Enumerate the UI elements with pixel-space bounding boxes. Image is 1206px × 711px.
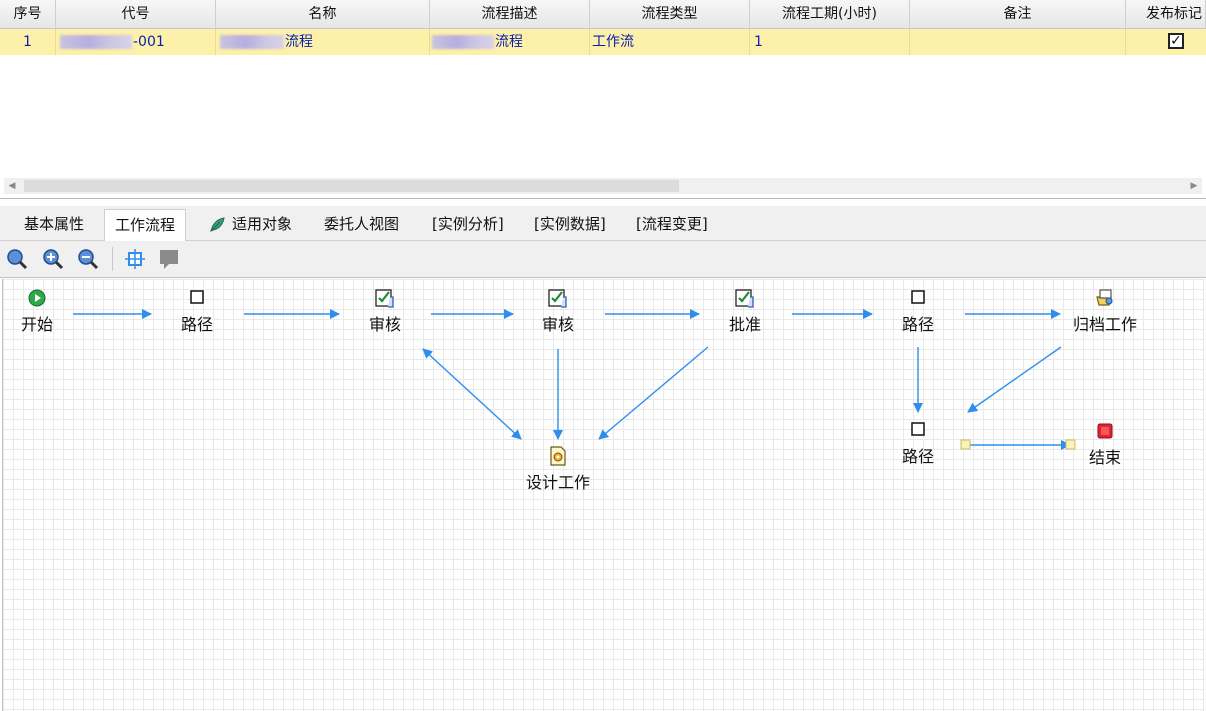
tab-applicable-objects-label: 适用对象 (232, 215, 293, 233)
zoom-fit-icon[interactable] (6, 248, 28, 270)
col-header-index[interactable]: 序号 (0, 0, 56, 28)
node-review2[interactable]: 审核 (530, 287, 586, 335)
scroll-left-icon[interactable]: ◀ (4, 178, 20, 194)
cell-note (910, 29, 1126, 55)
tab-instance-analysis[interactable]: [实例分析] (422, 209, 514, 240)
node-archive-label: 归档工作 (1072, 315, 1137, 334)
node-route3[interactable]: 路径 (892, 421, 944, 467)
edge-approve-design[interactable] (598, 346, 709, 440)
toolbar-divider (112, 247, 113, 271)
cell-name-text: 流程 (285, 34, 313, 50)
node-design[interactable]: 设计工作 (517, 445, 599, 493)
node-review2-label: 审核 (541, 315, 574, 334)
tab-basic-properties[interactable]: 基本属性 (14, 209, 94, 240)
redacted-block (432, 35, 494, 49)
col-header-duration[interactable]: 流程工期(小时) (750, 0, 910, 28)
cell-description-text: 流程 (495, 34, 523, 50)
table-header: 序号 代号 名称 流程描述 流程类型 流程工期(小时) 备注 发布标记 (0, 0, 1206, 29)
edge-archive-route3[interactable] (967, 346, 1062, 413)
col-header-name[interactable]: 名称 (216, 0, 430, 28)
node-route2-label: 路径 (901, 315, 934, 334)
node-archive[interactable]: 归档工作 (1065, 287, 1145, 335)
col-header-published[interactable]: 发布标记 (1126, 0, 1206, 28)
approve-task-icon (735, 289, 754, 308)
end-icon (1097, 423, 1113, 439)
edge-handle[interactable] (960, 439, 971, 450)
col-header-type[interactable]: 流程类型 (590, 0, 750, 28)
center-icon[interactable] (124, 248, 146, 270)
node-approve[interactable]: 批准 (717, 287, 773, 335)
route-icon (911, 290, 925, 304)
workflow-connectors (73, 309, 1076, 450)
cell-description: 流程 (430, 29, 590, 55)
redacted-block (220, 35, 284, 49)
route-icon (911, 422, 925, 436)
redacted-block (60, 35, 132, 49)
scroll-right-icon[interactable]: ▶ (1186, 178, 1202, 194)
tab-instance-data[interactable]: [实例数据] (524, 209, 616, 240)
zoom-in-icon[interactable] (42, 248, 64, 270)
cell-duration: 1 (750, 29, 910, 55)
cell-code: -001 (56, 29, 216, 55)
diagram-toolbar (0, 241, 1206, 278)
node-start-label: 开始 (20, 315, 53, 334)
col-header-code[interactable]: 代号 (56, 0, 216, 28)
node-route2[interactable]: 路径 (892, 289, 944, 335)
review-task-icon (548, 289, 567, 308)
node-review1-label: 审核 (368, 315, 401, 334)
tab-bar: 基本属性 工作流程 适用对象 委托人视图 [实例分析] [实例数据] [流程变更… (0, 206, 1206, 241)
zoom-out-icon[interactable] (77, 248, 99, 270)
node-start[interactable]: 开始 (11, 289, 63, 335)
archive-work-icon (1096, 289, 1113, 306)
col-header-description[interactable]: 流程描述 (430, 0, 590, 28)
horizontal-scrollbar[interactable]: ◀ ▶ (4, 178, 1202, 194)
node-route1-label: 路径 (180, 315, 213, 334)
node-review1[interactable]: 审核 (357, 287, 413, 335)
leaf-icon (210, 217, 225, 232)
review-task-icon (375, 289, 394, 308)
workflow-canvas[interactable]: 开始 路径 审核 审核 批准 路径 归档工作 设计工作 路径 结束 (2, 279, 1205, 711)
node-end-label: 结束 (1088, 448, 1121, 467)
process-table: 序号 代号 名称 流程描述 流程类型 流程工期(小时) 备注 发布标记 1 -0… (0, 0, 1206, 199)
published-checkbox[interactable]: ✓ (1168, 33, 1184, 49)
cell-code-text: -001 (133, 34, 165, 50)
tab-applicable-objects[interactable]: 适用对象 (200, 209, 302, 240)
col-header-note[interactable]: 备注 (910, 0, 1126, 28)
start-icon (28, 289, 46, 307)
design-work-icon (550, 446, 566, 466)
tab-workflow[interactable]: 工作流程 (104, 209, 187, 241)
node-approve-label: 批准 (728, 315, 761, 334)
table-row[interactable]: 1 -001 流程 流程 工作流 1 ✓ (0, 29, 1206, 55)
route-icon (190, 290, 204, 304)
edge-handle[interactable] (1065, 439, 1076, 450)
node-design-label: 设计工作 (525, 473, 590, 492)
node-route3-label: 路径 (901, 447, 934, 466)
cell-index: 1 (0, 29, 56, 55)
cell-name: 流程 (216, 29, 430, 55)
comment-icon[interactable] (158, 248, 180, 270)
edge-review1-design[interactable] (422, 348, 522, 440)
scrollbar-thumb[interactable] (24, 180, 679, 192)
node-route1[interactable]: 路径 (171, 289, 223, 335)
node-end[interactable]: 结束 (1079, 422, 1131, 468)
tab-delegate-view[interactable]: 委托人视图 (314, 209, 409, 240)
cell-type: 工作流 (590, 29, 750, 55)
tab-process-change[interactable]: [流程变更] (626, 209, 718, 240)
